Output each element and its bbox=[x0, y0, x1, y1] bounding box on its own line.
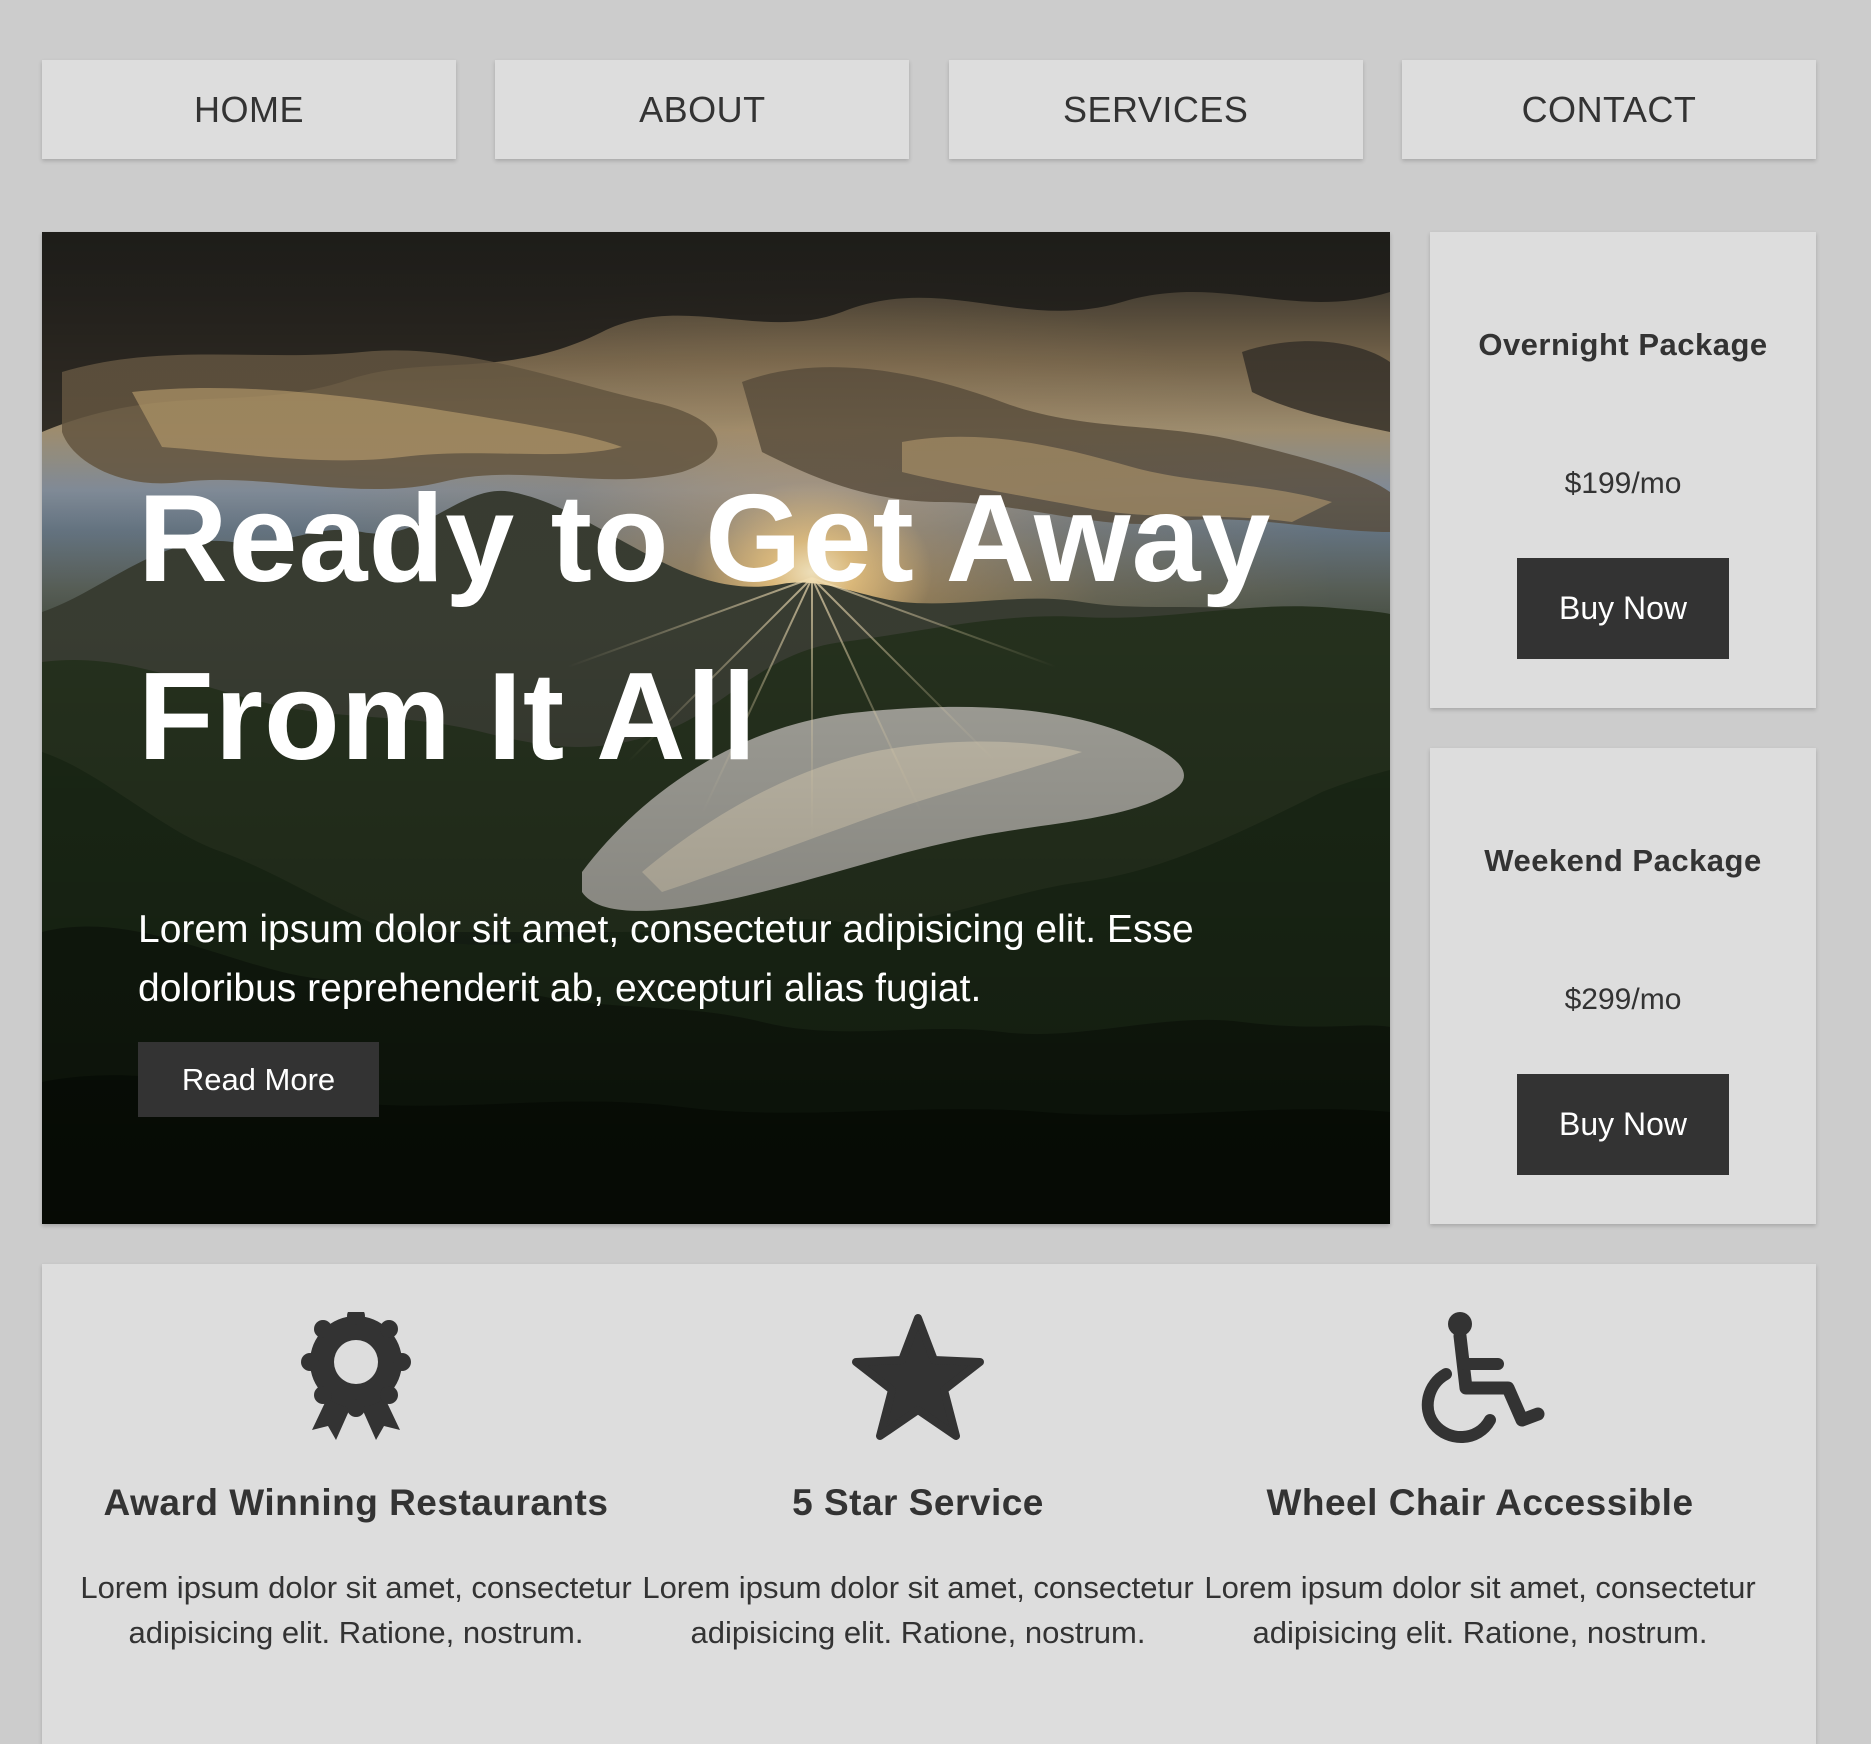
package-price: $299/mo bbox=[1564, 983, 1682, 1016]
award-ribbon-icon bbox=[301, 1312, 411, 1440]
package-title: Weekend Package bbox=[1484, 843, 1762, 878]
feature-title: Award Winning Restaurants bbox=[103, 1482, 609, 1523]
feature-description: Lorem ipsum dolor sit amet, consectetur … bbox=[1204, 1570, 1756, 1650]
overnight-package-card: Overnight Package $199/mo Buy Now bbox=[1430, 232, 1816, 708]
feature-description: Lorem ipsum dolor sit amet, consectetur … bbox=[642, 1570, 1194, 1650]
hero-banner: Ready to Get Away From It All Lorem ipsum… bbox=[42, 232, 1390, 1224]
package-title: Overnight Package bbox=[1478, 327, 1768, 362]
package-price: $199/mo bbox=[1564, 467, 1682, 500]
features-section: Award Winning Restaurants Lorem ipsum do… bbox=[42, 1264, 1816, 1744]
wheelchair-icon bbox=[1421, 1312, 1545, 1443]
nav-home-button[interactable]: HOME bbox=[42, 60, 456, 159]
feature-description: Lorem ipsum dolor sit amet, consectetur … bbox=[80, 1570, 632, 1650]
feature-title: 5 Star Service bbox=[792, 1482, 1044, 1523]
nav-about-button[interactable]: ABOUT bbox=[495, 60, 910, 159]
buy-now-button[interactable]: Buy Now bbox=[1517, 1074, 1729, 1175]
nav-contact-button[interactable]: CONTACT bbox=[1401, 60, 1816, 159]
feature-title: Wheel Chair Accessible bbox=[1266, 1482, 1694, 1523]
hero-title: Ready to Get Away From It All bbox=[138, 470, 1272, 786]
hero-description: Lorem ipsum dolor sit amet, consectetur … bbox=[138, 908, 1194, 1010]
read-more-button[interactable]: Read More bbox=[138, 1042, 379, 1117]
nav-services-button[interactable]: SERVICES bbox=[948, 60, 1363, 159]
weekend-package-card: Weekend Package $299/mo Buy Now bbox=[1430, 748, 1816, 1224]
buy-now-button[interactable]: Buy Now bbox=[1517, 558, 1729, 659]
main-nav: HOME ABOUT SERVICES CONTACT bbox=[42, 60, 1816, 159]
star-icon bbox=[852, 1314, 984, 1440]
